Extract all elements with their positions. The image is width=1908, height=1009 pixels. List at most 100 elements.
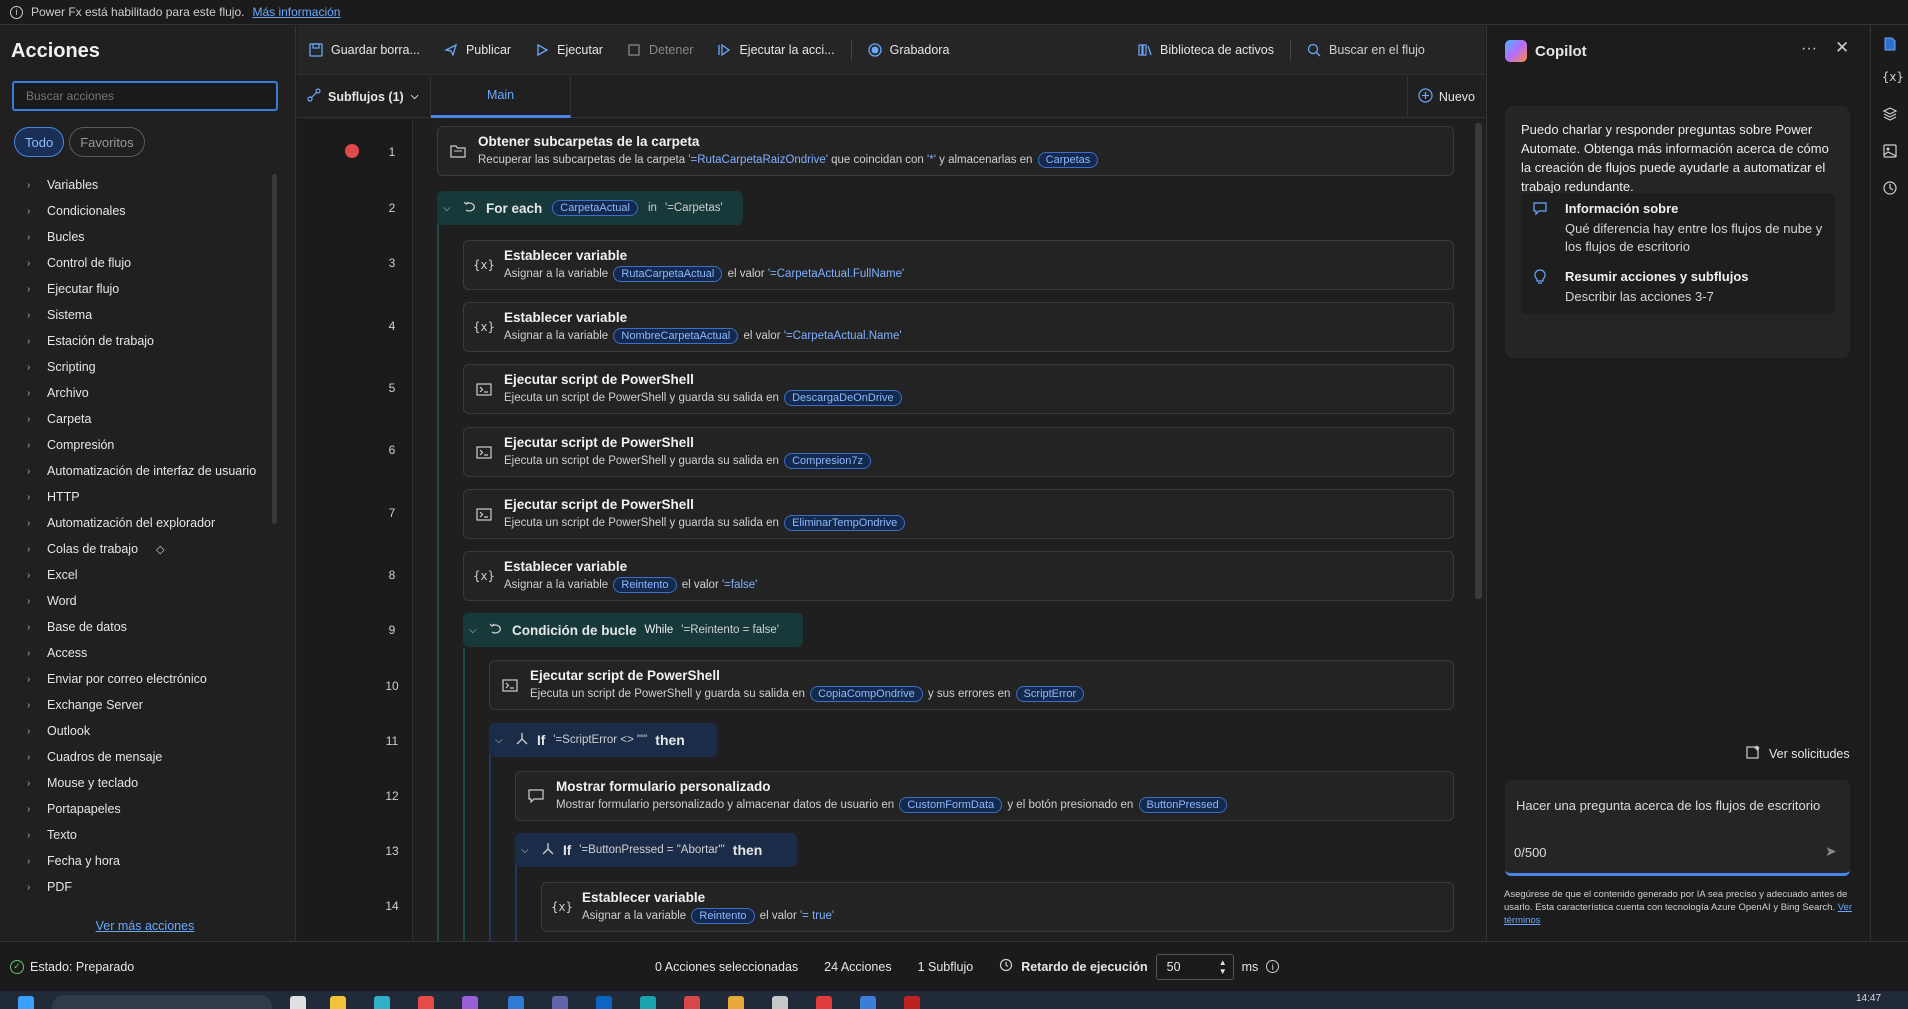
action-category[interactable]: › Sistema <box>27 302 267 328</box>
stop-button[interactable]: Detener <box>615 26 705 75</box>
asset-library-button[interactable]: Biblioteca de activos <box>1126 26 1286 75</box>
step-run-powershell[interactable]: Ejecutar script de PowerShell Ejecuta un… <box>463 427 1454 477</box>
action-category[interactable]: › Outlook <box>27 718 267 744</box>
layers-icon[interactable] <box>1882 106 1898 126</box>
action-category[interactable]: › Fecha y hora <box>27 848 267 874</box>
action-category[interactable]: › HTTP <box>27 484 267 510</box>
variable-token[interactable]: CarpetaActual <box>552 200 638 216</box>
step-set-variable[interactable]: {x} Establecer variable Asignar a la var… <box>463 551 1454 601</box>
taskbar-app-icon[interactable] <box>904 996 920 1009</box>
more-options-icon[interactable]: ··· <box>1801 40 1817 58</box>
tab-main[interactable]: Main <box>431 75 571 118</box>
send-icon[interactable]: ➤ <box>1825 843 1837 860</box>
variable-token[interactable]: EliminarTempOndrive <box>784 515 906 531</box>
action-category[interactable]: › Ejecutar flujo <box>27 276 267 302</box>
action-category[interactable]: › Carpeta <box>27 406 267 432</box>
suggestion-summarize[interactable]: Resumir acciones y subflujos Describir l… <box>1521 261 1835 314</box>
action-category[interactable]: › Condicionales <box>27 198 267 224</box>
variable-token[interactable]: Reintento <box>691 908 755 924</box>
taskbar-app-icon[interactable] <box>418 996 434 1009</box>
step-run-powershell[interactable]: Ejecutar script de PowerShell Ejecuta un… <box>489 660 1454 710</box>
action-category[interactable]: › Base de datos <box>27 614 267 640</box>
history-icon[interactable] <box>1882 180 1898 200</box>
new-subflow-button[interactable]: Nuevo <box>1406 75 1485 118</box>
step-get-subfolders[interactable]: Obtener subcarpetas de la carpeta Recupe… <box>437 126 1454 176</box>
run-action-button[interactable]: Ejecutar la acci... <box>705 26 846 75</box>
variable-token[interactable]: ButtonPressed <box>1138 797 1227 813</box>
search-flow-input[interactable]: Buscar en el flujo <box>1295 26 1485 75</box>
action-category[interactable]: › Variables <box>27 172 267 198</box>
action-category[interactable]: › Mouse y teclado <box>27 770 267 796</box>
stepper-arrows-icon[interactable]: ▲ ▼ <box>1219 958 1227 976</box>
copilot-rail-icon[interactable] <box>1882 36 1898 56</box>
step-run-powershell[interactable]: Ejecutar script de PowerShell Ejecuta un… <box>463 364 1454 414</box>
action-category[interactable]: › Automatización de interfaz de usuario <box>27 458 267 484</box>
view-requests-button[interactable]: Ver solicitudes <box>1745 744 1850 763</box>
action-category[interactable]: › Cuadros de mensaje <box>27 744 267 770</box>
taskbar-app-icon[interactable] <box>640 996 656 1009</box>
action-category[interactable]: › Portapapeles <box>27 796 267 822</box>
variable-token[interactable]: Compresion7z <box>784 453 872 469</box>
more-actions-link[interactable]: Ver más acciones <box>0 919 290 933</box>
action-category[interactable]: › Exchange Server <box>27 692 267 718</box>
action-category[interactable]: › Compresión <box>27 432 267 458</box>
action-category[interactable]: › Automatización del explorador <box>27 510 267 536</box>
action-category[interactable]: › Control de flujo <box>27 250 267 276</box>
action-category[interactable]: › Word <box>27 588 267 614</box>
action-category[interactable]: › Archivo <box>27 380 267 406</box>
step-custom-form[interactable]: Mostrar formulario personalizado Mostrar… <box>515 771 1454 821</box>
subflows-dropdown[interactable]: Subflujos (1) ⌵ <box>297 75 431 118</box>
canvas-scrollbar[interactable] <box>1475 123 1482 599</box>
info-icon[interactable]: i <box>1266 960 1280 973</box>
publish-button[interactable]: Publicar <box>432 26 523 75</box>
suggestion-info[interactable]: Información sobre Qué diferencia hay ent… <box>1521 193 1835 264</box>
save-draft-button[interactable]: Guardar borra... <box>297 26 432 75</box>
recorder-button[interactable]: Grabadora <box>856 26 962 75</box>
teams-icon[interactable] <box>552 996 568 1009</box>
power-automate-icon[interactable] <box>596 996 612 1009</box>
action-category[interactable]: › Bucles <box>27 224 267 250</box>
action-category[interactable]: › Texto <box>27 822 267 848</box>
if-header[interactable]: ⌵ If '=ButtonPressed = "Abortar"' then <box>515 833 797 867</box>
close-icon[interactable]: ✕ <box>1835 38 1849 58</box>
step-run-powershell[interactable]: Ejecutar script de PowerShell Ejecuta un… <box>463 489 1454 539</box>
filter-favorites-chip[interactable]: Favoritos <box>69 127 145 157</box>
chevron-down-icon[interactable]: ⌵ <box>469 625 481 636</box>
variable-token[interactable]: DescargaDeOnDrive <box>784 390 902 406</box>
variable-token[interactable]: RutaCarpetaActual <box>613 266 723 282</box>
breakpoint-icon[interactable] <box>345 144 359 158</box>
action-category[interactable]: › Estación de trabajo <box>27 328 267 354</box>
for-each-header[interactable]: ⌵ For each CarpetaActual in '=Carpetas' <box>437 191 743 225</box>
actions-scrollbar[interactable] <box>272 174 277 524</box>
chevron-down-icon[interactable]: ⌵ <box>495 735 507 746</box>
taskbar-app-icon[interactable] <box>290 996 306 1009</box>
variable-token[interactable]: CopiaCompOndrive <box>810 686 923 702</box>
variables-icon[interactable]: {x} <box>1882 70 1904 84</box>
action-category[interactable]: › Colas de trabajo ◇ <box>27 536 267 562</box>
chevron-down-icon[interactable]: ⌵ <box>521 845 533 856</box>
edge-icon[interactable] <box>374 996 390 1009</box>
filter-all-chip[interactable]: Todo <box>14 127 65 157</box>
chevron-down-icon[interactable]: ⌵ <box>443 203 455 214</box>
action-category[interactable]: › Excel <box>27 562 267 588</box>
taskbar-app-icon[interactable] <box>772 996 788 1009</box>
variable-token[interactable]: NombreCarpetaActual <box>613 328 739 344</box>
variable-token[interactable]: CustomFormData <box>899 797 1003 813</box>
variable-token[interactable]: Reintento <box>613 577 677 593</box>
power-automate-desktop-icon[interactable] <box>860 996 876 1009</box>
file-explorer-icon[interactable] <box>330 996 346 1009</box>
action-category[interactable]: › Access <box>27 640 267 666</box>
taskbar-app-icon[interactable] <box>728 996 744 1009</box>
search-actions-input[interactable] <box>12 81 278 111</box>
action-category[interactable]: › Scripting <box>27 354 267 380</box>
outlook-icon[interactable] <box>508 996 524 1009</box>
if-header[interactable]: ⌵ If '=ScriptError <> ""' then <box>489 723 717 757</box>
loop-condition-header[interactable]: ⌵ Condición de bucle While '=Reintento =… <box>463 613 803 647</box>
copilot-prompt-input[interactable]: Hacer una pregunta acerca de los flujos … <box>1505 780 1850 876</box>
run-button[interactable]: Ejecutar <box>523 26 615 75</box>
step-set-variable[interactable]: {x} Establecer variable Asignar a la var… <box>541 882 1454 932</box>
variable-token[interactable]: Carpetas <box>1037 152 1099 168</box>
action-category[interactable]: › PDF <box>27 874 267 900</box>
step-set-variable[interactable]: {x} Establecer variable Asignar a la var… <box>463 302 1454 352</box>
taskbar-app-icon[interactable] <box>816 996 832 1009</box>
